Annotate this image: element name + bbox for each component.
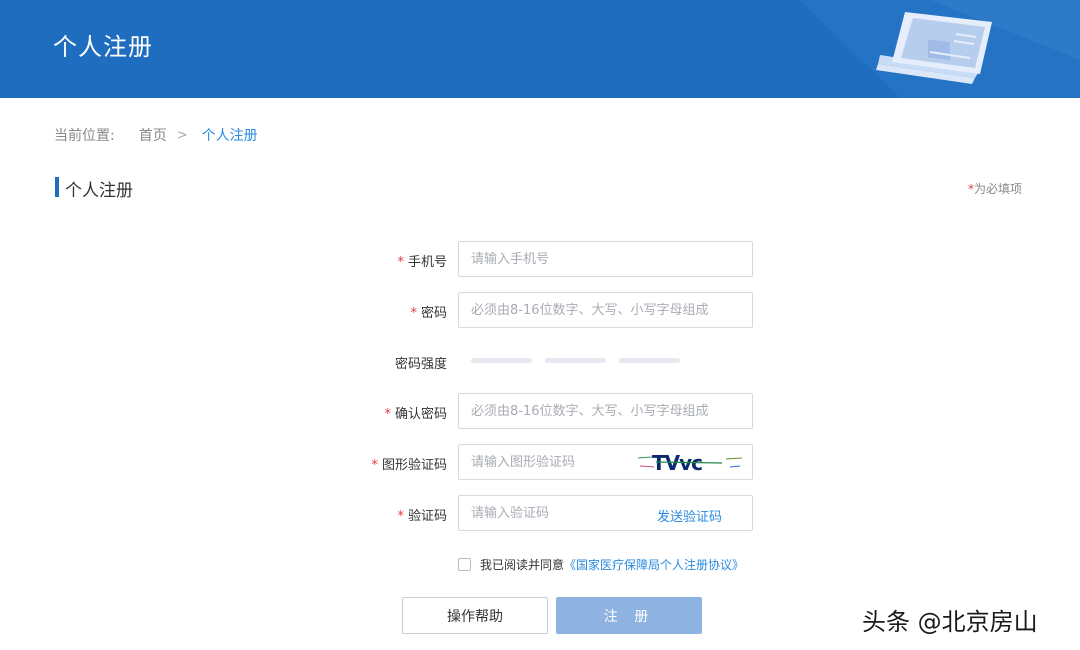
confirm-password-input[interactable]	[459, 394, 752, 428]
section-title: 个人注册	[65, 181, 133, 201]
phone-field[interactable]	[458, 241, 753, 277]
send-code-button[interactable]: 发送验证码	[657, 506, 722, 525]
strength-bar-medium	[545, 358, 606, 363]
breadcrumb-home-link[interactable]: 首页	[139, 125, 167, 145]
password-input[interactable]	[459, 293, 752, 327]
watermark: 头条 @北京房山	[862, 608, 1038, 636]
confirm-password-field[interactable]	[458, 393, 753, 429]
phone-label: * 手机号	[397, 255, 447, 270]
section-marker	[55, 177, 59, 197]
password-field[interactable]	[458, 292, 753, 328]
page-header: 个人注册	[0, 0, 1080, 98]
breadcrumb-current: 个人注册	[201, 128, 258, 144]
laptop-illustration	[800, 0, 1080, 98]
captcha-image[interactable]: TVvc	[638, 449, 744, 475]
confirm-password-label: * 确认密码	[384, 407, 447, 422]
breadcrumb-separator: >	[176, 127, 188, 143]
agreement-row: 我已阅读并同意 《国家医疗保障局个人注册协议》	[458, 556, 744, 573]
captcha-label: * 图形验证码	[371, 458, 447, 473]
password-strength-label: 密码强度	[394, 357, 447, 372]
agreement-checkbox[interactable]	[458, 558, 471, 571]
required-note-text: 为必填项	[973, 182, 1022, 196]
header-title: 个人注册	[53, 33, 153, 61]
register-button[interactable]: 注 册	[556, 597, 702, 634]
sms-code-label: * 验证码	[397, 509, 447, 524]
password-label: * 密码	[410, 306, 447, 321]
help-button[interactable]: 操作帮助	[402, 597, 548, 634]
agreement-link[interactable]: 《国家医疗保障局个人注册协议》	[564, 556, 744, 573]
strength-bar-weak	[471, 358, 532, 363]
agreement-text: 我已阅读并同意	[480, 558, 565, 572]
breadcrumb-label: 当前位置:	[54, 128, 115, 144]
phone-input[interactable]	[459, 242, 752, 276]
password-strength-meter	[471, 358, 680, 363]
breadcrumb: 当前位置: 首页 > 个人注册	[54, 125, 258, 145]
captcha-field[interactable]: TVvc	[458, 444, 753, 480]
sms-code-field[interactable]: 发送验证码	[458, 495, 753, 531]
required-note: *为必填项	[968, 180, 1022, 197]
strength-bar-strong	[619, 358, 680, 363]
